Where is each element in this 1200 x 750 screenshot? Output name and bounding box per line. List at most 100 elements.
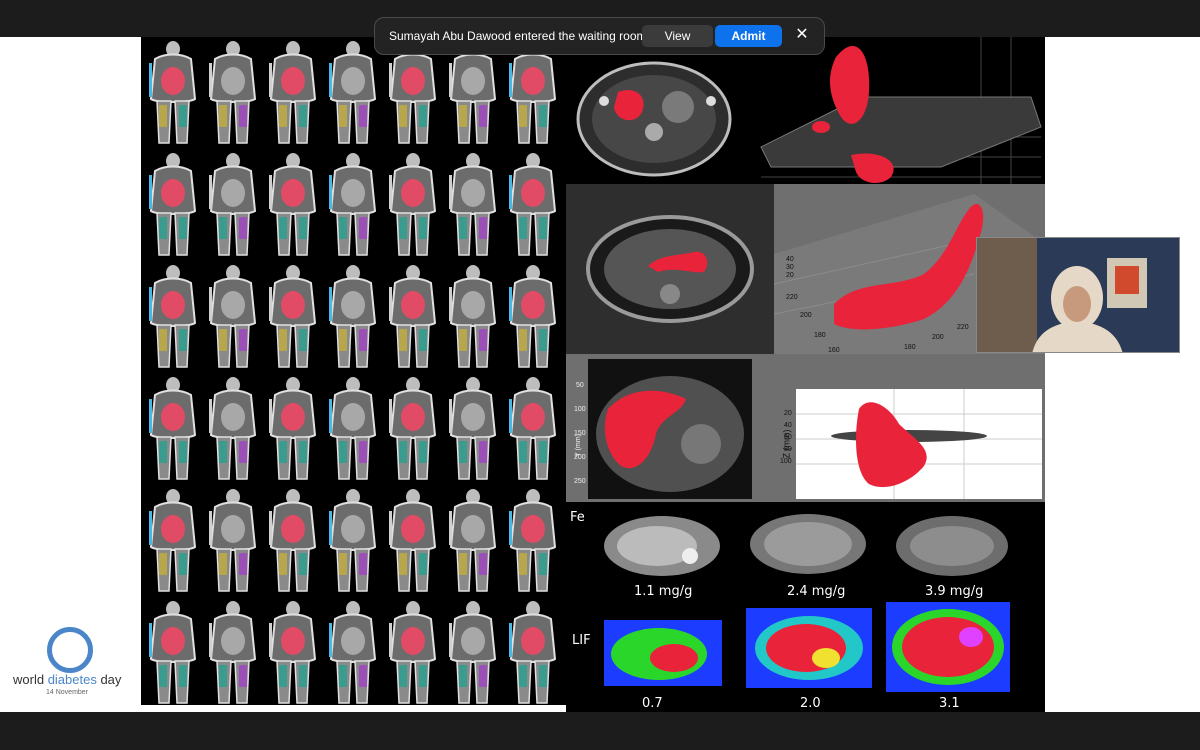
mri-body-thumbnail bbox=[389, 601, 437, 704]
mri-body-thumbnail bbox=[509, 265, 557, 368]
plot-c-z-tick: 100 bbox=[780, 458, 792, 465]
admit-button[interactable]: Admit bbox=[715, 25, 782, 47]
mri-body-thumbnail bbox=[269, 489, 317, 592]
plot-a-y-tick: 200 bbox=[932, 334, 944, 341]
mri-body-thumbnail bbox=[449, 41, 497, 144]
plot-c-z-tick: 80 bbox=[784, 446, 792, 453]
fe-scan-2 bbox=[750, 514, 866, 574]
world-diabetes-day-wordmark: world diabetes day bbox=[13, 672, 121, 687]
mri-body-thumbnail bbox=[209, 489, 257, 592]
axial-slice-kidney-image bbox=[576, 61, 732, 177]
participant-video-image bbox=[977, 238, 1179, 352]
mri-body-thumbnail bbox=[509, 41, 557, 144]
plot-b-y-tick: 100 bbox=[574, 406, 586, 413]
lif-map-1 bbox=[604, 620, 722, 686]
lif-map-3 bbox=[886, 602, 1010, 692]
mri-body-thumbnail bbox=[209, 153, 257, 256]
mri-body-thumbnail bbox=[149, 601, 197, 704]
view-button[interactable]: View bbox=[642, 25, 713, 47]
mri-body-thumbnail bbox=[149, 377, 197, 480]
mri-body-thumbnail bbox=[149, 41, 197, 144]
mri-body-thumbnail bbox=[149, 153, 197, 256]
logo-word-world: world bbox=[13, 672, 48, 687]
plot-a-z-tick: 20 bbox=[786, 272, 794, 279]
plot-a-y-tick: 180 bbox=[904, 344, 916, 351]
mri-body-thumbnail bbox=[329, 153, 377, 256]
fe-value-2: 2.4 mg/g bbox=[787, 584, 846, 599]
close-icon[interactable]: ✕ bbox=[793, 26, 811, 44]
fe-scan-1 bbox=[604, 516, 720, 576]
mri-body-thumbnail bbox=[269, 41, 317, 144]
fe-lif-comparison-panel: Fe LIF 1.1 mg/g 2.4 mg/g 3.9 mg/g 0.7 2.… bbox=[566, 502, 1045, 712]
mri-body-thumbnail bbox=[389, 153, 437, 256]
mri-body-thumbnail bbox=[389, 41, 437, 144]
mri-body-thumbnail bbox=[389, 377, 437, 480]
mri-body-thumbnail bbox=[269, 153, 317, 256]
plot-b-y-tick: 250 bbox=[574, 478, 586, 485]
logo-word-day: day bbox=[96, 672, 122, 687]
3d-organ-render-1 bbox=[741, 37, 1045, 184]
mri-body-thumbnail bbox=[449, 601, 497, 704]
mri-body-thumbnail bbox=[329, 489, 377, 592]
mri-body-thumbnail bbox=[209, 601, 257, 704]
plot-c-z-tick: 60 bbox=[784, 434, 792, 441]
plot-a-z-tick: 30 bbox=[786, 264, 794, 271]
lif-value-2: 2.0 bbox=[800, 696, 821, 711]
meeting-bottom-bar bbox=[0, 712, 1200, 750]
mri-body-thumbnail bbox=[149, 489, 197, 592]
lif-row-label: LIF bbox=[572, 633, 591, 648]
plot-c-z-tick: 40 bbox=[784, 422, 792, 429]
mri-body-thumbnail bbox=[269, 265, 317, 368]
logo-date: 14 November bbox=[46, 689, 89, 696]
plot-a-z-tick: 40 bbox=[786, 256, 794, 263]
mri-body-thumbnail bbox=[329, 601, 377, 704]
mri-body-thumbnail bbox=[509, 153, 557, 256]
fe-row-label: Fe bbox=[570, 510, 585, 525]
plot-b-y-tick: 50 bbox=[576, 382, 584, 389]
axial-slice-pancreas-panel bbox=[566, 184, 774, 354]
3d-organ-render-1-image bbox=[760, 37, 1042, 184]
plot-a-x-tick: 180 bbox=[814, 332, 826, 339]
mri-body-thumbnail bbox=[389, 265, 437, 368]
liver-slice-plot-image bbox=[588, 359, 752, 499]
3d-liver-plot-image bbox=[796, 389, 1042, 499]
world-diabetes-day-ring-logo bbox=[47, 627, 93, 673]
mri-body-thumbnail bbox=[449, 265, 497, 368]
lif-map-2 bbox=[746, 608, 872, 688]
lif-value-1: 0.7 bbox=[642, 696, 663, 711]
3d-liver-plot: Z (mm) 20 40 60 80 100 bbox=[774, 354, 1045, 502]
plot-c-z-tick: 20 bbox=[784, 410, 792, 417]
mri-body-thumbnail bbox=[209, 41, 257, 144]
plot-a-x-tick: 160 bbox=[828, 347, 840, 354]
lif-value-3: 3.1 bbox=[939, 696, 960, 711]
mri-body-thumbnail bbox=[449, 153, 497, 256]
mri-body-thumbnail bbox=[149, 265, 197, 368]
plot-a-x-tick: 220 bbox=[786, 294, 798, 301]
notification-message: Sumayah Abu Dawood entered the waiting r… bbox=[389, 29, 647, 43]
mri-body-thumbnail bbox=[509, 377, 557, 480]
fe-value-1: 1.1 mg/g bbox=[634, 584, 693, 599]
mri-body-thumbnail bbox=[449, 377, 497, 480]
mri-body-thumbnail bbox=[209, 265, 257, 368]
participant-video-thumbnail[interactable] bbox=[976, 237, 1180, 353]
liver-slice-plot: Y (mm) 50 100 150 200 250 bbox=[566, 354, 774, 502]
mri-body-thumbnail bbox=[209, 377, 257, 480]
fe-scan-3 bbox=[896, 516, 1008, 576]
plot-b-y-tick: 150 bbox=[574, 430, 586, 437]
mri-body-thumbnail bbox=[329, 377, 377, 480]
mri-body-thumbnail bbox=[509, 601, 557, 704]
mri-body-thumbnail bbox=[449, 489, 497, 592]
waiting-room-notification: Sumayah Abu Dawood entered the waiting r… bbox=[374, 17, 825, 55]
logo-word-diabetes: diabetes bbox=[47, 672, 97, 687]
mri-body-thumbnail bbox=[329, 265, 377, 368]
axial-slice-pancreas-image bbox=[566, 184, 774, 354]
mri-body-thumbnail bbox=[269, 601, 317, 704]
mri-body-thumbnail bbox=[389, 489, 437, 592]
plot-b-y-tick: 200 bbox=[574, 454, 586, 461]
mri-body-thumbnail bbox=[329, 41, 377, 144]
plot-a-x-tick: 200 bbox=[800, 312, 812, 319]
axial-slice-kidney-panel bbox=[566, 37, 741, 184]
mri-body-thumbnail bbox=[509, 489, 557, 592]
mri-body-thumbnail bbox=[269, 377, 317, 480]
plot-a-y-tick: 220 bbox=[957, 324, 969, 331]
